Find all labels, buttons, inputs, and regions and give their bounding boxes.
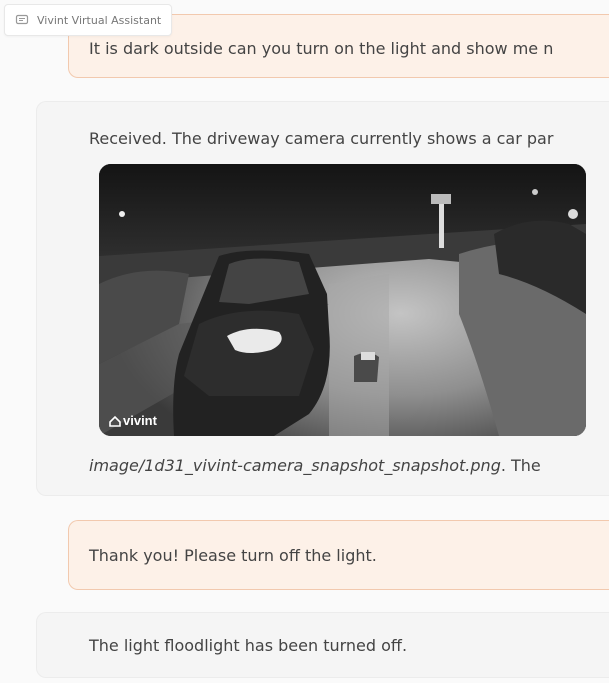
watermark-text: vivint: [123, 413, 157, 428]
message-text: The light floodlight has been turned off…: [89, 636, 408, 655]
user-message: Thank you! Please turn off the light.: [68, 520, 609, 590]
camera-snapshot-graphic: [99, 164, 586, 436]
vivint-watermark: vivint: [109, 413, 157, 428]
camera-snapshot-image[interactable]: vivint: [99, 164, 586, 436]
app-title-tab: Vivint Virtual Assistant: [4, 4, 173, 36]
image-path-link[interactable]: image/1d31_vivint-camera_snapshot_snapsh…: [89, 456, 501, 475]
chat-icon: [15, 14, 29, 25]
chat-page: Vivint Virtual Assistant It is dark outs…: [0, 0, 609, 683]
vivint-logo-icon: [109, 415, 121, 427]
message-text: It is dark outside can you turn on the l…: [89, 39, 554, 58]
message-text-continued: . The: [500, 456, 541, 475]
message-text: Thank you! Please turn off the light.: [89, 546, 377, 565]
message-text: Received. The driveway camera currently …: [89, 129, 554, 148]
assistant-message: Received. The driveway camera currently …: [36, 101, 609, 496]
assistant-message: The light floodlight has been turned off…: [36, 612, 609, 678]
app-title: Vivint Virtual Assistant: [37, 13, 162, 27]
image-path-text: image/1d31_vivint-camera_snapshot_snapsh…: [89, 456, 541, 475]
